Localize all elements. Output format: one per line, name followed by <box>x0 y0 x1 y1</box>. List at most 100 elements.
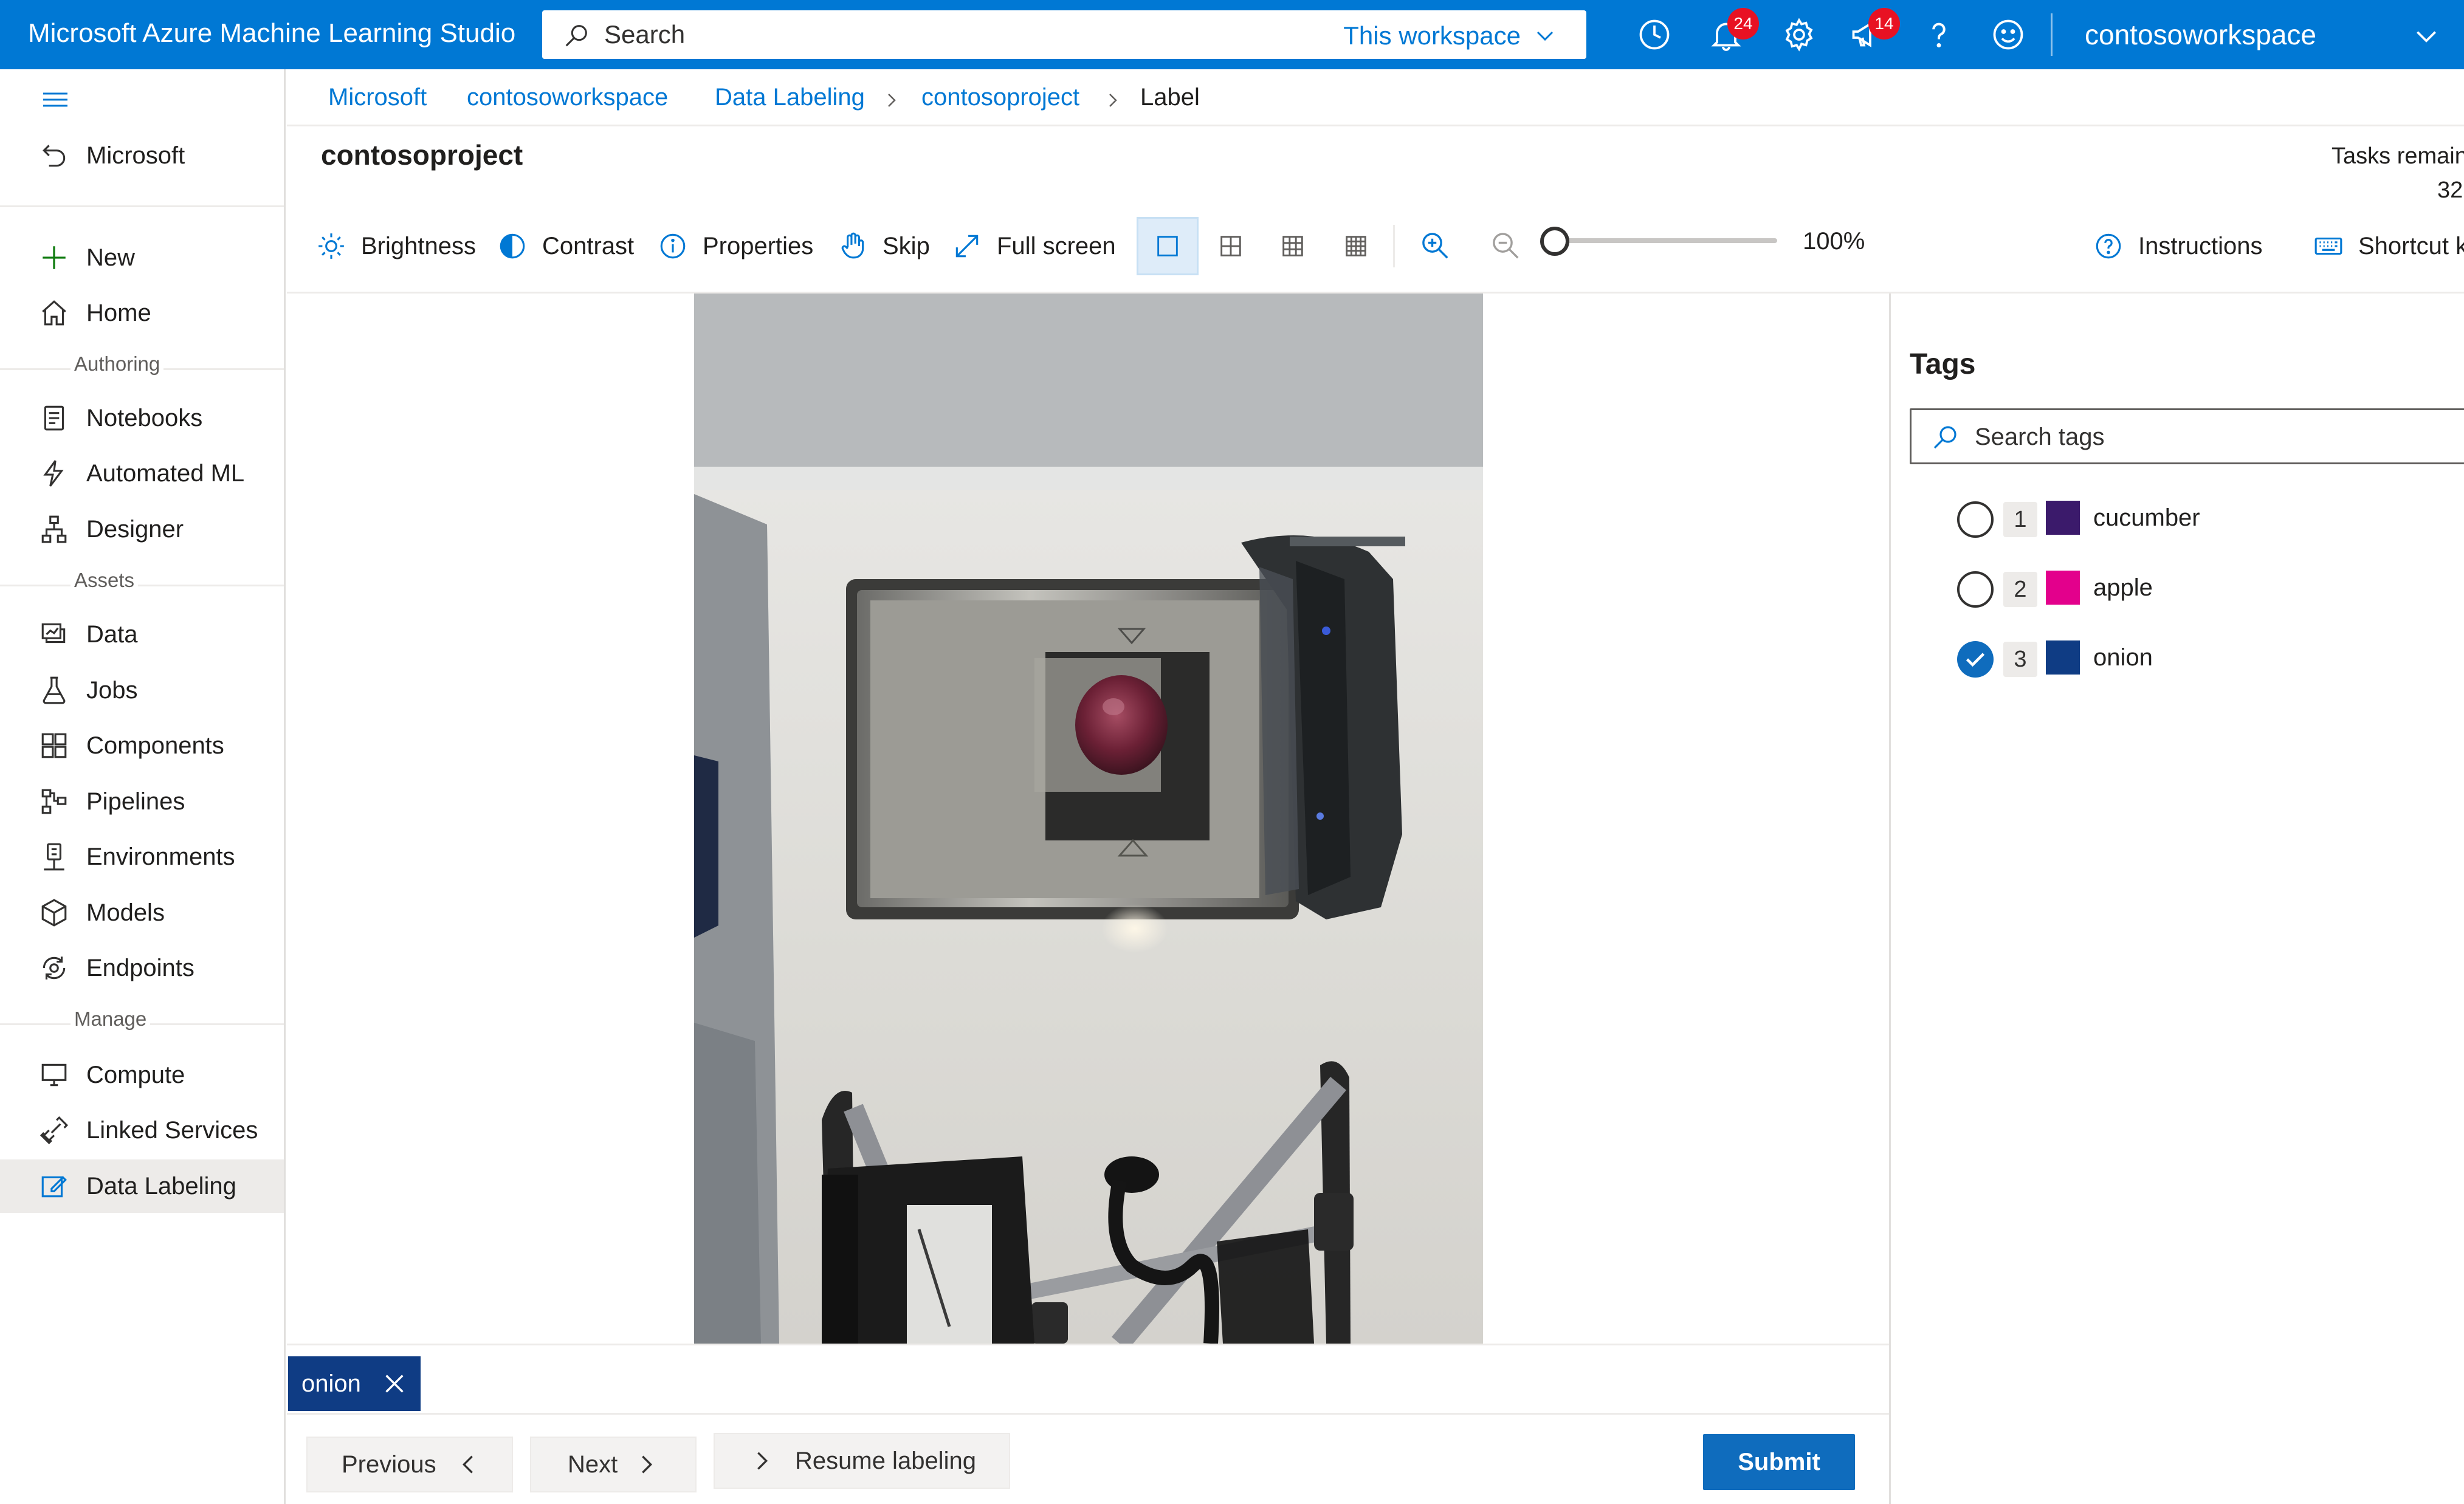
nav-item-jobs[interactable]: Jobs <box>0 664 284 717</box>
history-button[interactable] <box>1636 16 1673 53</box>
breadcrumb-current-label: Label <box>1140 84 1200 111</box>
smiley-icon <box>1993 19 2023 50</box>
grid-2x2-button[interactable] <box>1200 217 1262 275</box>
nav-item-compute[interactable]: Compute <box>0 1048 284 1102</box>
tag-radio[interactable] <box>1957 571 1994 608</box>
skip-button[interactable]: Skip <box>838 225 930 267</box>
app-title[interactable]: Microsoft Azure Machine Learning Studio <box>28 18 515 49</box>
settings-button[interactable] <box>1781 16 1817 53</box>
zoom-out-button[interactable] <box>1489 229 1522 262</box>
notebook-icon <box>39 403 69 433</box>
nav-item-data-labeling[interactable]: Data Labeling <box>0 1159 284 1213</box>
breadcrumb-data-labeling[interactable]: Data Labeling <box>715 84 865 111</box>
nav-item-data[interactable]: Data <box>0 608 284 661</box>
nav-divider <box>0 585 284 586</box>
expand-icon <box>955 235 979 258</box>
nav-item-designer[interactable]: Designer <box>0 503 284 556</box>
zoom-slider-thumb[interactable] <box>1540 227 1569 256</box>
nav-item-label: Home <box>86 299 151 326</box>
tag-radio-checked[interactable] <box>1957 641 1994 678</box>
grid-2x2-icon <box>1220 236 1241 256</box>
question-icon <box>1932 22 1946 47</box>
tag-color-swatch <box>2046 640 2080 675</box>
submit-button[interactable]: Submit <box>1703 1434 1855 1490</box>
tag-name: apple <box>2093 574 2153 601</box>
zoom-in-icon <box>1422 233 1448 259</box>
nav-back-label: Microsoft <box>86 142 185 169</box>
full-screen-button[interactable]: Full screen <box>952 225 1116 267</box>
automated-ml-icon <box>39 458 69 489</box>
search-input[interactable] <box>604 19 1242 50</box>
breadcrumb-microsoft[interactable]: Microsoft <box>328 84 427 111</box>
tag-radio[interactable] <box>1957 501 1994 538</box>
tag-option-onion[interactable]: 3 onion <box>1953 638 2379 681</box>
search-icon <box>1933 426 1956 449</box>
tag-option-cucumber[interactable]: 1 cucumber <box>1953 498 2379 541</box>
resume-labeling-button[interactable]: Resume labeling <box>714 1433 1010 1489</box>
grid-4x4-button[interactable] <box>1325 217 1387 275</box>
feedback-button[interactable] <box>1990 16 2026 53</box>
zoom-out-icon <box>1493 233 1519 259</box>
zoom-slider-track[interactable] <box>1555 238 1777 243</box>
nav-item-automated-ml[interactable]: Automated ML <box>0 447 284 500</box>
announcements-button[interactable]: 14 <box>1849 8 1900 53</box>
back-arrow-icon <box>39 140 69 171</box>
nav-item-models[interactable]: Models <box>0 886 284 939</box>
nav-item-label: Data <box>86 620 138 648</box>
nav-item-environments[interactable]: Environments <box>0 830 284 884</box>
selected-tag-chip: onion <box>288 1356 421 1411</box>
contrast-label: Contrast <box>542 232 635 259</box>
zoom-level: 100% <box>1803 228 1865 255</box>
tag-search-box[interactable] <box>1910 408 2464 464</box>
single-square-icon <box>1157 236 1178 256</box>
chevron-right-icon <box>1109 94 1117 107</box>
zoom-in-button[interactable] <box>1419 229 1451 262</box>
breadcrumb-workspace[interactable]: contosoworkspace <box>467 84 668 111</box>
help-button[interactable] <box>1921 16 1957 53</box>
previous-button[interactable]: Previous <box>306 1437 513 1492</box>
nav-item-label: New <box>86 244 136 271</box>
workspace-name[interactable]: contosoworkspace <box>2085 18 2316 51</box>
shortcut-keys-label: Shortcut k <box>2358 232 2464 259</box>
chevron-down-icon[interactable] <box>2413 23 2440 50</box>
nav-item-components[interactable]: Components <box>0 719 284 772</box>
nav-item-pipelines[interactable]: Pipelines <box>0 775 284 828</box>
properties-button[interactable]: Properties <box>658 225 813 267</box>
tasks-remaining-count: 32 <box>2437 177 2463 203</box>
hamburger-menu-icon[interactable] <box>40 88 71 112</box>
hand-icon <box>841 232 864 259</box>
global-search[interactable]: This workspace <box>542 10 1586 59</box>
edit-icon <box>39 1171 69 1201</box>
tag-search-input[interactable] <box>1975 421 2400 453</box>
nav-item-new[interactable]: New <box>0 231 284 284</box>
contrast-button[interactable]: Contrast <box>497 225 634 267</box>
breadcrumb-project[interactable]: contosoproject <box>921 84 1079 111</box>
notifications-button[interactable]: 24 <box>1708 8 1759 53</box>
search-scope-label: This workspace <box>1343 21 1521 50</box>
nav-item-label: Notebooks <box>86 404 203 431</box>
announcement-count-badge: 14 <box>1868 8 1900 39</box>
help-circle-icon <box>2096 233 2121 259</box>
nav-item-notebooks[interactable]: Notebooks <box>0 391 284 445</box>
components-icon <box>39 730 69 761</box>
nav-item-endpoints[interactable]: Endpoints <box>0 941 284 995</box>
page-title: contosoproject <box>321 139 523 171</box>
chevron-right-icon <box>757 1452 768 1470</box>
properties-label: Properties <box>703 232 814 259</box>
nav-item-home[interactable]: Home <box>0 286 284 340</box>
tag-option-apple[interactable]: 2 apple <box>1953 568 2379 611</box>
nav-item-linked-services[interactable]: Linked Services <box>0 1104 284 1157</box>
chevron-left-icon <box>462 1455 473 1474</box>
shortcut-keys-button[interactable]: Shortcut k <box>2313 225 2464 267</box>
nav-back-microsoft[interactable]: Microsoft <box>0 129 284 182</box>
labeling-image[interactable] <box>694 294 1483 1344</box>
next-button[interactable]: Next <box>530 1437 697 1492</box>
close-icon[interactable] <box>380 1370 408 1398</box>
instructions-button[interactable]: Instructions <box>2093 225 2263 267</box>
search-scope-dropdown[interactable]: This workspace <box>1343 21 1556 50</box>
sun-icon <box>318 233 344 259</box>
brightness-button[interactable]: Brightness <box>316 225 476 267</box>
single-view-button[interactable] <box>1137 217 1199 275</box>
search-icon <box>565 25 587 47</box>
grid-3x3-button[interactable] <box>1262 217 1324 275</box>
